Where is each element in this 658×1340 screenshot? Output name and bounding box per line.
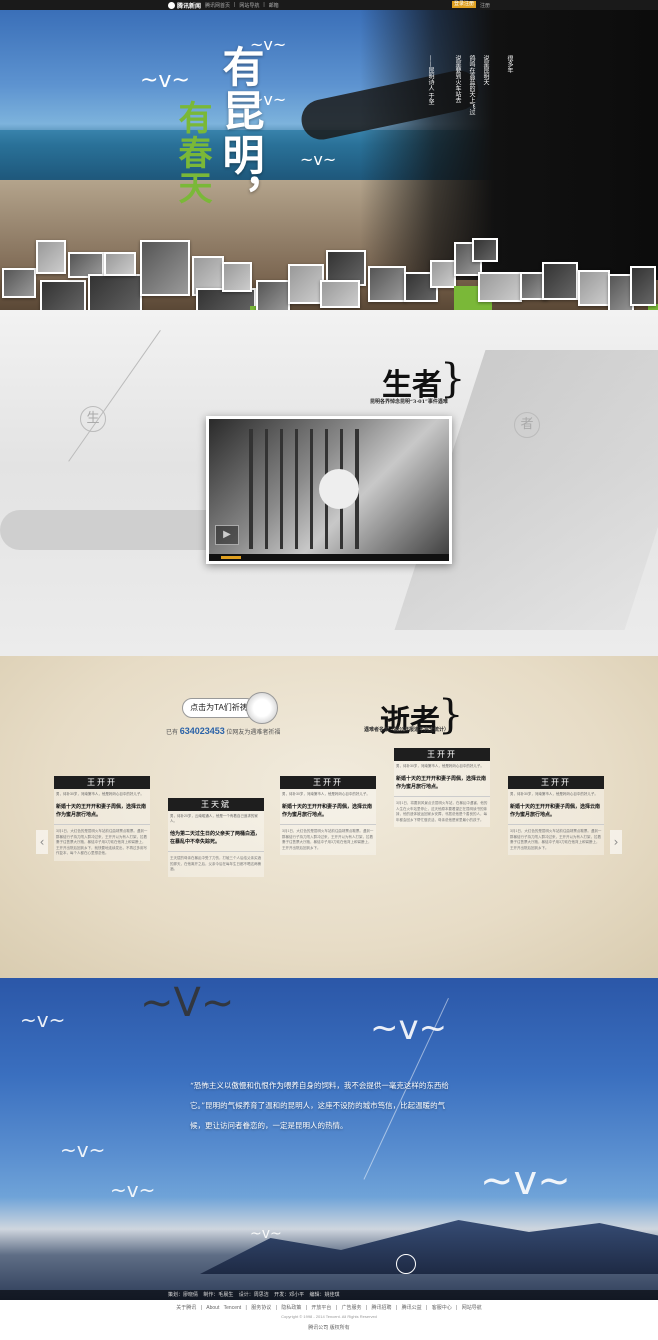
quote-section: ~V~ ~v~ ~v~ ~v~ ~v~ ~v~ ~v~ “恐怖主义以傲慢和仇恨作… <box>0 978 658 1300</box>
victim-name: 王开开 <box>394 748 490 761</box>
memorial-photo[interactable] <box>472 238 498 262</box>
nav-link-sitemap[interactable]: 网站导航 <box>239 2 259 9</box>
hero-title: 有昆明， <box>216 45 265 221</box>
seagull-icon: ~v~ <box>20 1008 66 1032</box>
quote-text: “恐怖主义以傲慢和仇恨作为喂养自身的饲料，我不会提供一毫克这样的东西给它。”昆明… <box>190 1081 449 1130</box>
living-char-badge: 者 <box>514 412 540 438</box>
poem-line: 说是昆明天 <box>482 55 489 85</box>
seagull-icon: ~v~ <box>480 1158 571 1204</box>
memorial-photo[interactable] <box>36 240 66 274</box>
memorial-photo[interactable] <box>104 252 136 276</box>
footer: 关于腾讯 | About Tencent | 服务协议 | 隐私政策 | 开放平… <box>0 1300 658 1340</box>
seagull-icon: ~v~ <box>370 1008 448 1048</box>
victim-card[interactable]: 王开开 男，待补30岁，河南第市人，他是妈妈心目中的好儿子。 新婚十天的王开开和… <box>280 776 376 855</box>
seagull-icon: ~v~ <box>60 1138 106 1162</box>
victim-card[interactable]: 王开开 男，待补30岁，河南第市人，他是妈妈心目中的好儿子。 新婚十天的王开开和… <box>508 776 604 855</box>
prev-arrow-icon[interactable]: ‹ <box>36 830 48 854</box>
top-nav-links: 腾讯网首页 | 网站导航 | 邮箱 <box>205 2 279 9</box>
credits-bar: 策划：廖晓倩 制作：毛晨生 设计：周思洁 开发：邓小平 编辑：姚佳琪 <box>0 1290 658 1300</box>
pray-button[interactable]: 点击为TA们祈祷 <box>182 698 256 718</box>
prayer-count: 已有 634023453 位网友为遇难者祈福 <box>166 726 281 736</box>
hero-subtitle: 有春天 <box>172 100 212 205</box>
footer-brand: 腾讯公司 版权所有 <box>308 1325 350 1331</box>
memorial-photo[interactable] <box>256 280 290 314</box>
section-subtitle-lost: 遇难者名单（据公开报道不完全统计） <box>364 727 450 733</box>
poem-line: 鸽鸣在高蓝的天上飞过 <box>468 55 475 115</box>
nav-link-mail[interactable]: 邮箱 <box>269 2 279 9</box>
register-link[interactable]: 注册 <box>480 2 490 9</box>
footer-links[interactable]: 关于腾讯 | About Tencent | 服务协议 | 隐私政策 | 开放平… <box>0 1304 658 1311</box>
memorial-photo[interactable] <box>368 266 406 302</box>
logo-icon <box>168 2 175 9</box>
bell-icon[interactable] <box>246 692 278 724</box>
victim-name: 王开开 <box>54 776 150 789</box>
memorial-photo[interactable] <box>320 280 360 308</box>
login-button[interactable]: 登录注册 <box>452 1 476 8</box>
video-controls[interactable] <box>209 554 449 561</box>
memorial-photo[interactable] <box>222 262 252 292</box>
living-char-badge: 生 <box>80 406 106 432</box>
victim-name: 王开开 <box>280 776 376 789</box>
credits-text: 策划：廖晓倩 制作：毛晨生 设计：周思洁 开发：邓小平 编辑：姚佳琪 <box>168 1292 340 1298</box>
video-progress[interactable] <box>221 556 241 559</box>
victim-card[interactable]: 王开开 男，待补30岁，河南第市人，他是妈妈心目中的好儿子。 新婚十天的王开开和… <box>54 776 150 861</box>
seagull-icon: ~v~ <box>140 68 190 93</box>
prayer-count-value: 634023453 <box>179 726 225 736</box>
seagull-icon: ~v~ <box>250 1226 282 1242</box>
poem-line: 说是要到火车站去 <box>454 55 461 103</box>
tencent-news-logo[interactable]: 腾讯新闻 <box>168 1 201 10</box>
memorial-photo[interactable] <box>2 268 36 298</box>
seagull-icon: ~v~ <box>110 1178 156 1202</box>
victim-card[interactable]: 王开开 男，待补30岁，河南第市人，他是妈妈心目中的好儿子。 新婚十天的王开开和… <box>394 748 490 827</box>
memorial-photo[interactable] <box>578 270 610 306</box>
circle-icon <box>396 1254 416 1274</box>
video-player[interactable]: ▶ <box>206 416 452 564</box>
victim-name: 王天斌 <box>168 798 264 811</box>
memorial-photo[interactable] <box>478 272 522 302</box>
nav-link-home[interactable]: 腾讯网首页 <box>205 2 230 9</box>
memorial-photo[interactable] <box>288 264 324 304</box>
poem-attribution: ——昆明诗人 于坚 <box>427 55 434 105</box>
next-arrow-icon[interactable]: › <box>610 830 622 854</box>
section-title-lost: 逝者 <box>380 704 440 739</box>
memorial-photo[interactable] <box>140 240 190 296</box>
victim-name: 王开开 <box>508 776 604 789</box>
poem-line: 很多年 <box>506 55 513 73</box>
copyright: Copyright © 1998 - 2014 Tencent. All Rig… <box>281 1314 377 1319</box>
living-section: 生者 } 昆明各界悼念昆明“3·01”事件遇难 生 者 ▶ <box>0 310 658 656</box>
seagull-icon: ~v~ <box>300 150 337 169</box>
top-navbar: 腾讯新闻 腾讯网首页 | 网站导航 | 邮箱 登录注册 注册 <box>0 0 658 10</box>
seagull-icon: ~V~ <box>140 980 235 1026</box>
play-icon[interactable]: ▶ <box>215 525 239 545</box>
memorial-photo[interactable] <box>542 262 578 300</box>
memorial-photo[interactable] <box>430 260 456 288</box>
victims-section: 点击为TA们祈祷 已有 634023453 位网友为遇难者祈福 逝者 } 遇难者… <box>0 656 658 978</box>
memorial-photo[interactable] <box>630 266 656 306</box>
victim-card[interactable]: 王天斌 男，待补20岁，云南昭通人，他是一个有着自己追求的家人。 他为第二天过生… <box>168 798 264 877</box>
section-subtitle-living: 昆明各界悼念昆明“3·01”事件遇难 <box>370 399 448 405</box>
